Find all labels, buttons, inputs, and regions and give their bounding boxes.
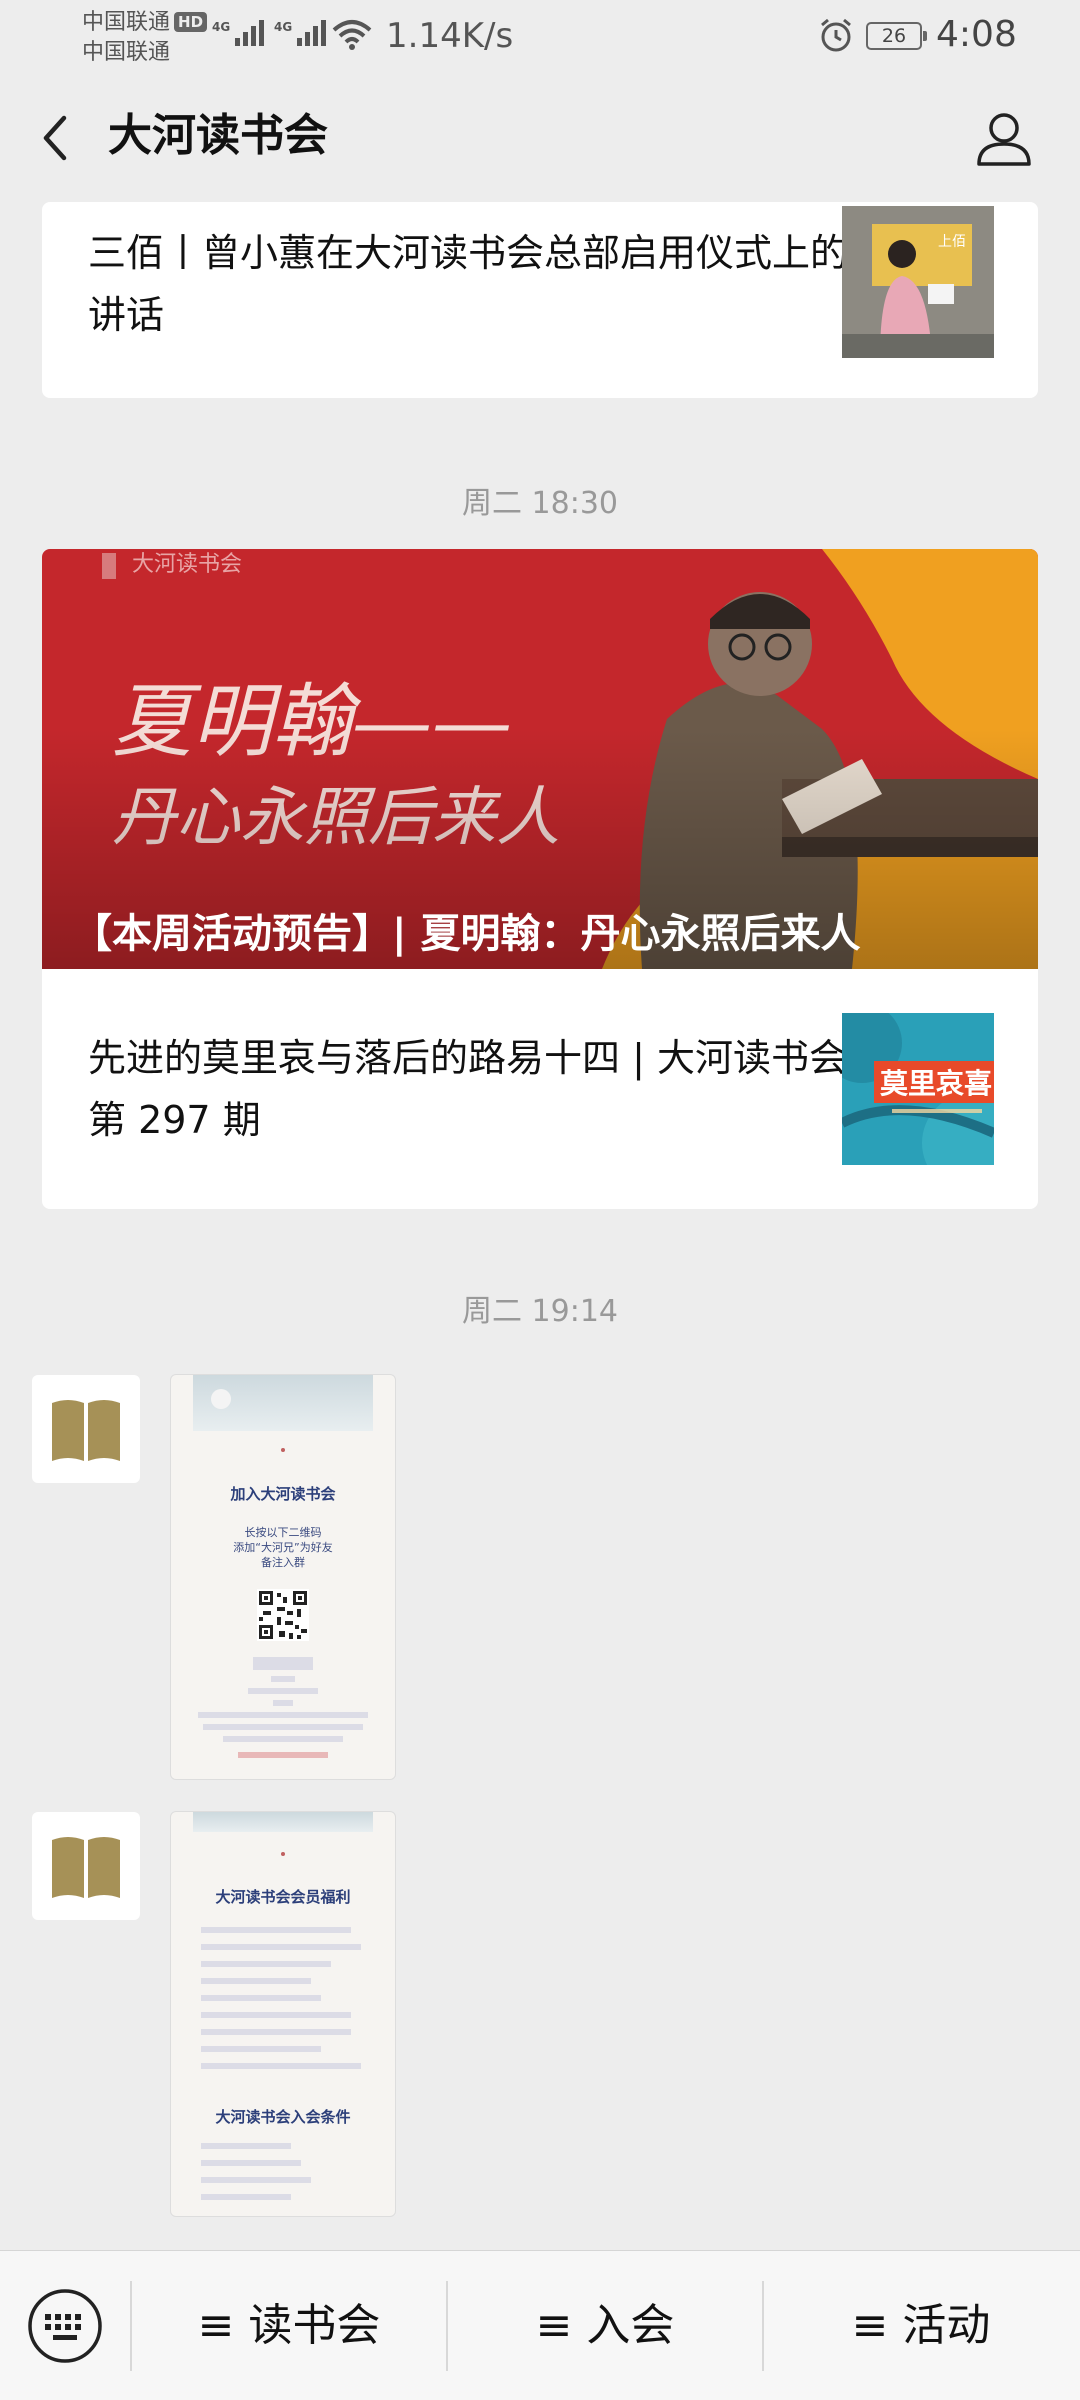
menu-button-activities[interactable]: ≡ 活动 bbox=[764, 2291, 1078, 2361]
clock: 4:08 bbox=[936, 14, 1017, 55]
timestamp: 周二 19:14 bbox=[462, 1294, 618, 1329]
network-speed: 1.14K/s bbox=[386, 16, 514, 56]
person-icon[interactable] bbox=[974, 108, 1034, 168]
battery-icon: 26 bbox=[866, 22, 927, 50]
image-message[interactable]: 大河读书会会员福利 大河读书会入会条件 bbox=[170, 1811, 396, 2217]
image-message[interactable]: 加入大河读书会 长按以下二维码 添加“大河兄”为好友 备注入群 bbox=[170, 1374, 396, 1780]
poster-line: 长按以下二维码 bbox=[244, 1526, 322, 1539]
book-icon bbox=[52, 1837, 120, 1898]
poster-line: 添加“大河兄”为好友 bbox=[233, 1541, 333, 1554]
poster-benefits-list bbox=[201, 1920, 381, 2080]
signal-icon: 4G bbox=[212, 20, 265, 46]
article-banner[interactable]: 大河读书会 夏明翰—— 丹心永照后来人 【本周活动预告】| 夏明翰：丹心永照后来… bbox=[42, 549, 1038, 969]
hd-badge: HD bbox=[174, 12, 208, 32]
menu-button-reading-club[interactable]: ≡ 读书会 bbox=[132, 2291, 446, 2361]
page-title: 大河读书会 bbox=[108, 110, 328, 161]
keyboard-icon[interactable] bbox=[26, 2287, 104, 2365]
article-title: 三佰丨曾小蕙在大河读书会总部启用仪式上的讲话 bbox=[88, 231, 849, 337]
article-card[interactable]: 三佰丨曾小蕙在大河读书会总部启用仪式上的讲话 上佰 bbox=[42, 202, 1038, 398]
poster-subtitle: 大河读书会入会条件 bbox=[215, 2108, 351, 2126]
article-list-item[interactable]: 先进的莫里哀与落后的路易十四 | 大河读书会第 297 期 莫里哀喜 bbox=[42, 969, 1038, 1209]
article-thumbnail: 莫里哀喜 bbox=[822, 1003, 1022, 1193]
article-title: 先进的莫里哀与落后的路易十四 | 大河读书会第 297 期 bbox=[88, 1036, 847, 1142]
article-card-group: 大河读书会 夏明翰—— 丹心永照后来人 【本周活动预告】| 夏明翰：丹心永照后来… bbox=[42, 549, 1038, 1209]
carrier-1: 中国联通 bbox=[82, 10, 171, 35]
banner-logo: 大河读书会 bbox=[132, 552, 242, 577]
nav-bar: 大河读书会 bbox=[0, 72, 1080, 202]
signal-icon-2: 4G bbox=[274, 20, 327, 46]
thumb-text: 莫里哀喜 bbox=[880, 1067, 992, 1100]
avatar[interactable] bbox=[32, 1375, 140, 1483]
banner-title: 【本周活动预告】| 夏明翰：丹心永照后来人 bbox=[72, 911, 861, 957]
carrier-2: 中国联通 bbox=[82, 40, 171, 65]
timestamp: 周二 18:30 bbox=[462, 486, 618, 521]
poster-title: 大河读书会会员福利 bbox=[215, 1888, 351, 1906]
bottom-menu-bar: ≡ 读书会 ≡ 入会 ≡ 活动 bbox=[0, 2250, 1080, 2400]
qr-code bbox=[257, 1589, 309, 1641]
alarm-icon bbox=[821, 18, 851, 52]
avatar[interactable] bbox=[32, 1812, 140, 1920]
book-icon bbox=[52, 1400, 120, 1461]
svg-text:上佰: 上佰 bbox=[938, 234, 966, 250]
chevron-left-icon[interactable] bbox=[34, 110, 84, 166]
article-thumbnail: 上佰 bbox=[842, 206, 994, 358]
poster-line: 备注入群 bbox=[261, 1556, 305, 1569]
poster-title: 加入大河读书会 bbox=[230, 1485, 336, 1503]
status-bar: 中国联通 HD 中国联通 4G 4G 1.14K/s 26 4:08 bbox=[0, 0, 1080, 72]
menu-button-join[interactable]: ≡ 入会 bbox=[448, 2291, 762, 2361]
poster-header-image bbox=[193, 1812, 373, 1832]
wifi-icon bbox=[332, 20, 372, 50]
carrier-info: 中国联通 HD 中国联通 bbox=[82, 8, 208, 68]
